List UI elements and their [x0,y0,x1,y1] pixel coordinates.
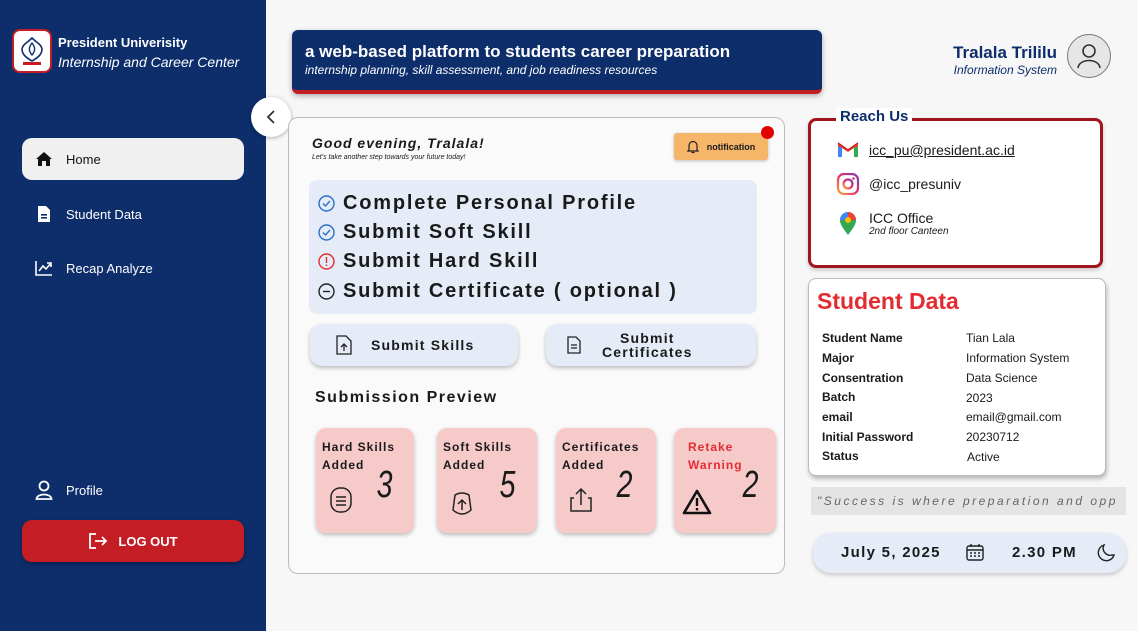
preview-value: 2 [742,464,759,506]
user-avatar-icon [1077,44,1101,69]
sidebar-item-label: Student Data [66,206,142,222]
preview-value: 5 [499,464,516,506]
contact-office[interactable]: ICC Office 2nd floor Canteen [835,210,949,237]
instagram-handle: @icc_presuniv [869,176,962,192]
document-icon [34,204,54,224]
calendar-icon[interactable] [965,542,985,566]
user-icon [34,480,54,500]
user-name: Tralala Trililu [953,43,1057,62]
preview-card-certificates[interactable]: Certificates Added 2 [556,428,656,533]
sidebar-item-student-data[interactable]: Student Data [22,193,244,235]
instagram-icon [835,172,861,196]
sidebar-item-label: Recap Analyze [66,260,153,276]
avatar[interactable] [1067,34,1111,78]
preview-card-hard-skills[interactable]: Hard Skills Added 3 [316,428,414,533]
quote-marquee: "Success is where preparation and opp [811,487,1126,515]
sidebar-item-home[interactable]: Home [22,138,244,180]
header-banner [292,30,822,94]
file-upload-icon [335,335,353,355]
checklist-item: Submit Hard Skill [318,247,539,275]
logout-icon [88,532,108,550]
checklist-item: Submit Certificate ( optional ) [318,277,678,305]
preview-card-soft-skills[interactable]: Soft Skills Added 5 [437,428,537,533]
contact-email[interactable]: icc_pu@president.ac.id [835,138,1015,162]
check-circle-icon [318,194,335,212]
current-time: 2.30 PM [1012,544,1077,561]
brand-title: President Univerisity [58,35,188,50]
student-data-row: Batch 2023 [822,390,993,405]
chart-icon [34,258,54,278]
notification-dot [761,126,774,139]
greeting-subtitle: Let's take another step towards your fut… [312,154,466,161]
banner-subtitle: internship planning, skill assessment, a… [305,63,658,77]
student-data-row: Student Name Tian Lala [822,331,1015,345]
moon-icon[interactable] [1097,542,1117,566]
preview-value: 2 [616,464,633,506]
current-date: July 5, 2025 [841,544,941,561]
user-role: Information System [953,63,1057,77]
submit-certificates-label: Submit Certificates [602,330,693,360]
logout-button[interactable]: LOG OUT [22,520,244,562]
contact-instagram[interactable]: @icc_presuniv [835,172,961,196]
share-upload-icon [570,487,592,512]
notification-label: notification [706,141,756,152]
submit-certificates-button[interactable]: Submit Certificates [546,324,756,366]
mouse-upload-icon [452,492,472,515]
brand-subtitle: Internship and Career Center [58,54,240,70]
sidebar-item-label: Home [66,151,101,167]
logout-label: LOG OUT [118,533,178,549]
notification-button[interactable]: notification [674,133,768,160]
bell-icon [686,140,699,154]
student-data-row: Initial Password 20230712 [822,430,1020,444]
student-data-row: Consentration Data Science [822,371,1038,385]
minus-circle-icon [318,282,335,300]
banner-title: a web-based platform to students career … [305,42,731,61]
alert-circle-icon [318,252,335,270]
document-text-icon [566,336,582,354]
preview-value: 3 [376,464,393,506]
checklist-item: Submit Soft Skill [318,218,533,246]
sidebar-item-profile[interactable]: Profile [22,469,244,511]
list-icon [330,487,352,513]
greeting-title: Good evening, Tralala! [312,135,485,151]
checklist-item: Complete Personal Profile [318,189,637,217]
date-time-bar: July 5, 2025 2.30 PM [813,533,1126,573]
gmail-icon [835,138,861,162]
chevron-left-icon [266,109,276,125]
submit-skills-button[interactable]: Submit Skills [310,324,518,366]
submission-preview-title: Submission Preview [315,389,498,406]
student-data-row: Major Information System [822,351,1070,365]
submit-skills-label: Submit Skills [371,337,475,353]
reach-us-title: Reach Us [836,108,913,125]
office-location: 2nd floor Canteen [869,226,949,237]
email-link[interactable]: icc_pu@president.ac.id [869,142,1015,158]
university-crest-icon [12,29,52,73]
sidebar-item-label: Profile [66,482,103,498]
check-circle-icon [318,223,335,241]
home-icon [34,149,54,169]
office-name: ICC Office [869,210,934,226]
collapse-sidebar-button[interactable] [251,97,291,137]
student-data-row: email email@gmail.com [822,410,1062,424]
student-data-row: Status Active [822,449,1000,464]
warning-triangle-icon [682,489,712,515]
map-pin-icon [835,211,861,236]
preview-card-retake-warning[interactable]: Retake Warning 2 [674,428,776,533]
sidebar-item-recap-analyze[interactable]: Recap Analyze [22,247,244,289]
student-data-title: Student Data [817,288,959,314]
